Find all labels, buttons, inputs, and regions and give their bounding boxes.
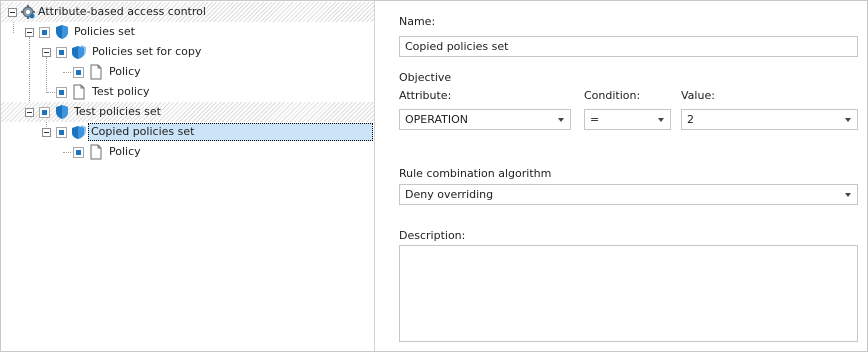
tree-node-label: Policies set for copy: [92, 45, 202, 58]
collapse-toggle[interactable]: [25, 28, 34, 37]
tree-node-policies-set-for-copy[interactable]: Policies set for copy: [1, 42, 374, 62]
tree-node-test-policy[interactable]: Test policy: [1, 82, 374, 102]
shield-stack-icon: [72, 125, 86, 139]
tree-node-test-policies-set[interactable]: Test policies set: [1, 102, 374, 122]
tree-checkbox[interactable]: [39, 27, 50, 38]
shield-icon: [56, 25, 68, 39]
tree-checkbox[interactable]: [73, 67, 84, 78]
collapse-toggle[interactable]: [8, 8, 17, 17]
condition-dropdown[interactable]: =: [584, 109, 671, 130]
tree-node-label: Policy: [109, 65, 141, 78]
tree-node-policies-set[interactable]: Policies set: [1, 22, 374, 42]
tree-checkbox[interactable]: [73, 147, 84, 158]
tree-node-label: Policy: [109, 145, 141, 158]
tree-node-policy[interactable]: Policy: [1, 142, 374, 162]
tree-node-label: Test policies set: [74, 105, 161, 118]
attribute-value: OPERATION: [405, 113, 468, 126]
value-label: Value:: [681, 89, 715, 102]
condition-label: Condition:: [584, 89, 641, 102]
tree-node-label: Test policy: [92, 85, 150, 98]
tree-checkbox[interactable]: [56, 127, 67, 138]
description-label: Description:: [399, 229, 466, 242]
chevron-down-icon: [558, 118, 564, 122]
chevron-down-icon: [845, 118, 851, 122]
tree-node-label: Attribute-based access control: [38, 5, 206, 18]
tree-node-label: Policies set: [74, 25, 135, 38]
name-input[interactable]: Copied policies set: [399, 36, 858, 57]
document-icon: [90, 144, 102, 160]
chevron-down-icon: [658, 118, 664, 122]
attribute-label: Attribute:: [399, 89, 452, 102]
document-icon: [73, 84, 85, 100]
condition-value: =: [590, 113, 600, 126]
document-icon: [90, 64, 102, 80]
chevron-down-icon: [845, 193, 851, 197]
tree-node-root[interactable]: Attribute-based access control: [1, 2, 374, 22]
tree-checkbox[interactable]: [39, 107, 50, 118]
shield-stack-icon: [72, 45, 86, 59]
properties-panel: Name: Copied policies set Objective Attr…: [375, 1, 867, 351]
description-textarea[interactable]: [399, 245, 858, 342]
objective-label: Objective: [399, 71, 452, 84]
tree-node-label: Copied policies set: [88, 123, 373, 141]
value-value: 2: [687, 113, 694, 126]
gear-icon: [21, 5, 35, 19]
policy-tree[interactable]: Attribute-based access control Policies …: [1, 1, 374, 351]
tree-node-copied-policies-set[interactable]: Copied policies set: [1, 122, 374, 142]
algorithm-value: Deny overriding: [405, 188, 494, 201]
attribute-dropdown[interactable]: OPERATION: [399, 109, 571, 130]
shield-icon: [56, 105, 68, 119]
collapse-toggle[interactable]: [42, 48, 51, 57]
tree-checkbox[interactable]: [56, 47, 67, 58]
collapse-toggle[interactable]: [25, 108, 34, 117]
tree-node-policy[interactable]: Policy: [1, 62, 374, 82]
algorithm-label: Rule combination algorithm: [399, 167, 552, 180]
value-dropdown[interactable]: 2: [681, 109, 858, 130]
algorithm-dropdown[interactable]: Deny overriding: [399, 184, 858, 205]
tree-checkbox[interactable]: [56, 87, 67, 98]
collapse-toggle[interactable]: [42, 128, 51, 137]
name-label: Name:: [399, 15, 436, 28]
name-input-value: Copied policies set: [405, 40, 509, 53]
